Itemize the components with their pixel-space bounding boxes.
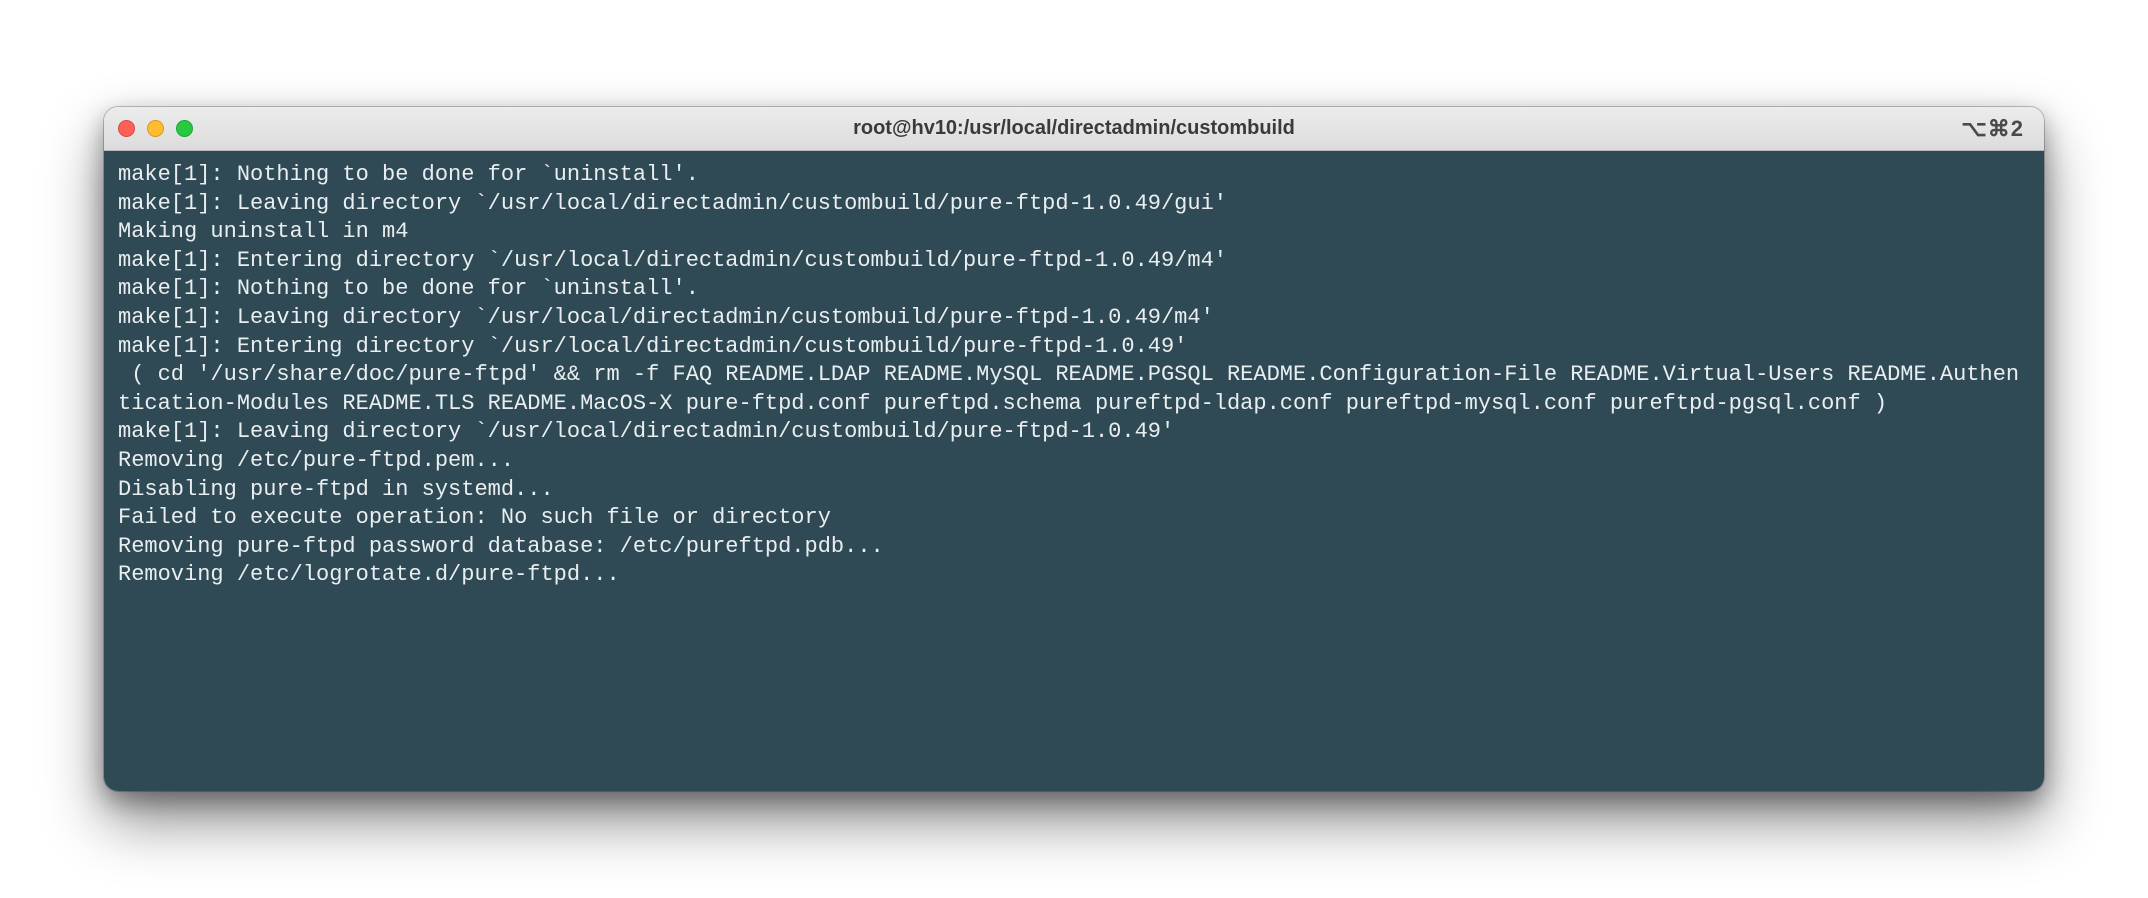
terminal-line: make[1]: Nothing to be done for `uninsta… [118,275,2030,304]
window-title: root@hv10:/usr/local/directadmin/customb… [104,117,2044,140]
terminal-line: ( cd '/usr/share/doc/pure-ftpd' && rm -f… [118,361,2030,418]
terminal-line: make[1]: Leaving directory `/usr/local/d… [118,304,2030,333]
zoom-icon[interactable] [176,120,193,137]
terminal-line: make[1]: Leaving directory `/usr/local/d… [118,190,2030,219]
terminal-line: Removing pure-ftpd password database: /e… [118,533,2030,562]
terminal-window: root@hv10:/usr/local/directadmin/customb… [104,107,2044,791]
terminal-line: make[1]: Entering directory `/usr/local/… [118,247,2030,276]
window-controls [118,120,193,137]
titlebar[interactable]: root@hv10:/usr/local/directadmin/customb… [104,107,2044,151]
terminal-line: Disabling pure-ftpd in systemd... [118,476,2030,505]
terminal-line: make[1]: Leaving directory `/usr/local/d… [118,418,2030,447]
terminal-line: Making uninstall in m4 [118,218,2030,247]
terminal-line: make[1]: Entering directory `/usr/local/… [118,333,2030,362]
terminal-line: Failed to execute operation: No such fil… [118,504,2030,533]
window-shortcut-label: ⌥⌘2 [1961,116,2030,142]
terminal-output[interactable]: make[1]: Nothing to be done for `uninsta… [104,151,2044,791]
close-icon[interactable] [118,120,135,137]
terminal-line: Removing /etc/logrotate.d/pure-ftpd... [118,561,2030,590]
terminal-line: make[1]: Nothing to be done for `uninsta… [118,161,2030,190]
minimize-icon[interactable] [147,120,164,137]
terminal-line: Removing /etc/pure-ftpd.pem... [118,447,2030,476]
